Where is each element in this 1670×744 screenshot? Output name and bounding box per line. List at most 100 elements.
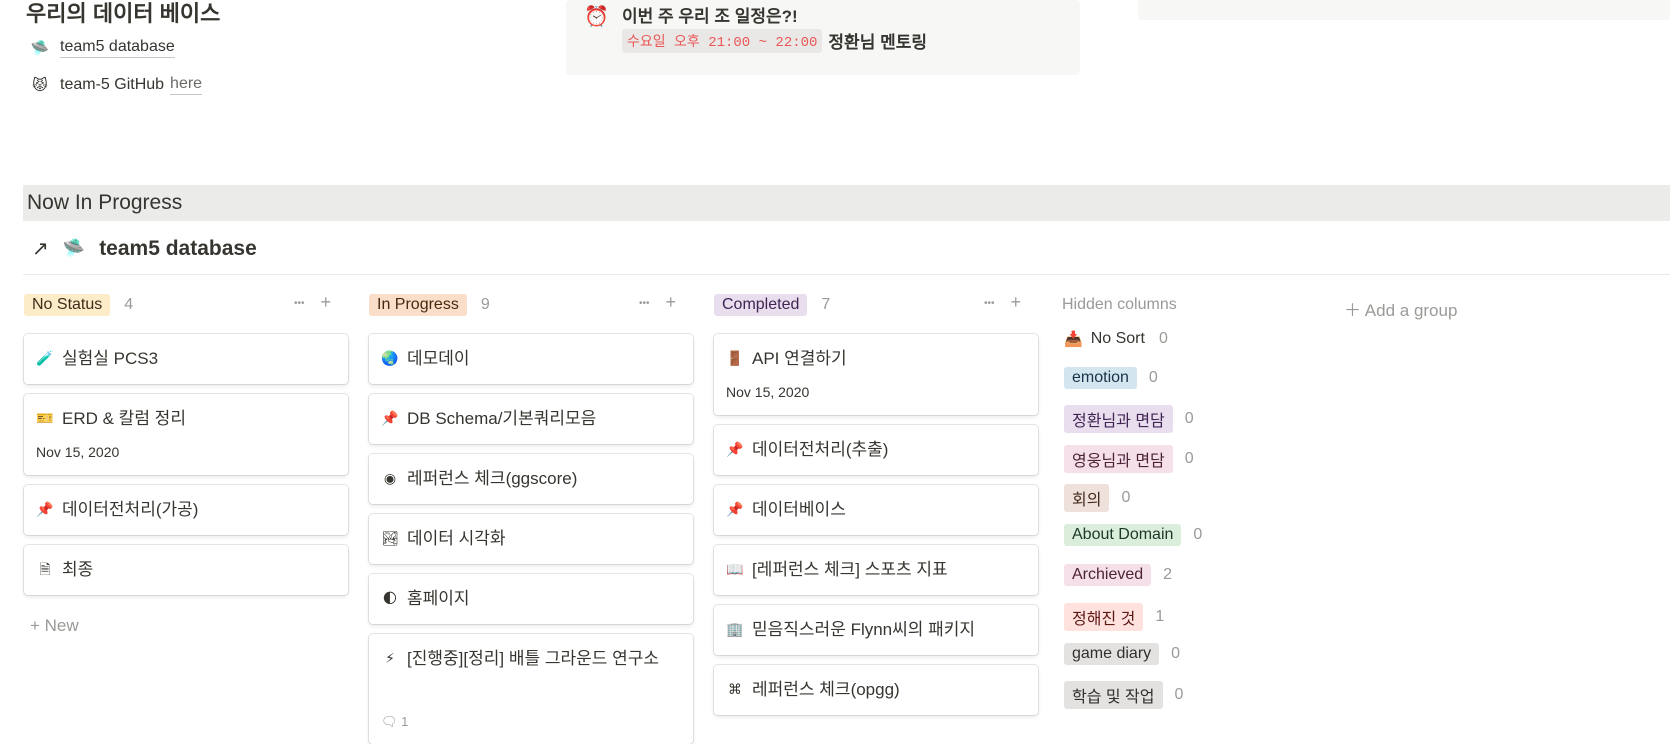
page-icon: 🗎 bbox=[39, 561, 51, 577]
board-card[interactable]: 🎫 ERD & 칼럼 정리 Nov 15, 2020 bbox=[24, 394, 348, 475]
hidden-column-row[interactable]: 정환님과 면담 0 bbox=[1064, 405, 1194, 433]
ggscore-icon: ◉ bbox=[383, 470, 397, 486]
column-header-0[interactable]: No Status 4 bbox=[24, 292, 133, 318]
hidden-column-row[interactable]: 📥 No Sort 0 bbox=[1064, 328, 1168, 350]
card-title: 레퍼런스 체크(opgg) bbox=[752, 680, 900, 699]
board-card[interactable]: 📌 데이터베이스 bbox=[714, 485, 1038, 535]
board-card[interactable]: 🏞 데이터 시각화 bbox=[369, 514, 693, 564]
card-title: 홈페이지 bbox=[407, 589, 470, 608]
embedded-block bbox=[1138, 0, 1670, 20]
hidden-column-count: 1 bbox=[1155, 608, 1165, 625]
hidden-column-pill: No Sort bbox=[1090, 330, 1145, 347]
hidden-column-count: 0 bbox=[1148, 369, 1158, 386]
app-icon: ⌘ bbox=[728, 681, 742, 697]
callout-heading: 이번 주 우리 조 일정은?! bbox=[622, 7, 798, 26]
card-title: 실험실 PCS3 bbox=[62, 349, 159, 368]
more-options-icon[interactable]: ••• bbox=[984, 292, 995, 316]
ticket-icon: 🎫 bbox=[36, 410, 54, 426]
hidden-column-pill: 학습 및 작업 bbox=[1064, 681, 1163, 709]
hidden-column-row[interactable]: 정해진 것 1 bbox=[1064, 603, 1164, 631]
column-header-1[interactable]: In Progress 9 bbox=[369, 292, 490, 318]
new-card-button[interactable]: + New bbox=[30, 616, 79, 636]
column-header-2[interactable]: Completed 7 bbox=[714, 292, 830, 318]
board-card[interactable]: 📌 DB Schema/기본쿼리모음 bbox=[369, 394, 693, 444]
picture-icon: 🏞 bbox=[381, 530, 399, 546]
section-banner: Now In Progress bbox=[23, 185, 1670, 221]
more-options-icon[interactable]: ••• bbox=[294, 292, 305, 316]
card-title: API 연결하기 bbox=[752, 349, 847, 368]
board-card[interactable]: ⌘ 레퍼런스 체크(opgg) bbox=[714, 665, 1038, 715]
schedule-text: 정환님 멘토링 bbox=[828, 33, 927, 52]
hidden-column-row[interactable]: About Domain 0 bbox=[1064, 524, 1202, 546]
hidden-column-count: 0 bbox=[1193, 526, 1203, 543]
add-card-icon[interactable]: + bbox=[321, 292, 332, 316]
card-title: 최종 bbox=[62, 560, 94, 579]
board-card[interactable]: 🏢 믿음직스러운 Flynn씨의 패키지 bbox=[714, 605, 1038, 655]
card-title: [진행중][정리] 배틀 그라운드 연구소 bbox=[407, 649, 660, 668]
card-title: 데이터전처리(가공) bbox=[62, 500, 199, 519]
board-card[interactable]: ◉ 레퍼런스 체크(ggscore) bbox=[369, 454, 693, 504]
column-actions: ••• + bbox=[984, 292, 1021, 316]
hidden-column-row[interactable]: 회의 0 bbox=[1064, 484, 1130, 512]
hidden-column-row[interactable]: 학습 및 작업 0 bbox=[1064, 681, 1183, 709]
board-card[interactable]: 🌏 데모데이 bbox=[369, 334, 693, 384]
column-status-pill: Completed bbox=[714, 294, 808, 316]
comment-count: 1 bbox=[401, 714, 409, 729]
card-date: Nov 15, 2020 bbox=[36, 444, 120, 460]
hidden-column-row[interactable]: game diary 0 bbox=[1064, 643, 1180, 665]
page-title: 우리의 데이터 베이스 bbox=[26, 1, 221, 26]
board-card[interactable]: 🧪 실험실 PCS3 bbox=[24, 334, 348, 384]
section-heading: Now In Progress bbox=[27, 191, 183, 214]
hidden-column-pill: Archieved bbox=[1064, 564, 1152, 586]
plus-icon: + bbox=[30, 616, 45, 635]
card-title: 데이터베이스 bbox=[752, 500, 846, 519]
github-label: team-5 GitHub bbox=[60, 76, 165, 93]
pin-icon: 📌 bbox=[381, 410, 399, 426]
add-group-button[interactable]: ＋ Add a group bbox=[1344, 296, 1457, 321]
github-here-link[interactable]: here bbox=[170, 75, 203, 95]
link-team5-database[interactable]: 🛸 team5 database bbox=[30, 38, 175, 58]
column-count: 9 bbox=[480, 296, 490, 313]
add-card-icon[interactable]: + bbox=[666, 292, 677, 316]
pin-icon: 📌 bbox=[36, 501, 54, 517]
board-card[interactable]: 🗎 최종 bbox=[24, 545, 348, 595]
hidden-column-pill: game diary bbox=[1064, 643, 1160, 665]
hidden-column-pill: 영웅님과 면담 bbox=[1064, 445, 1173, 473]
board-card[interactable]: 🌓 홈페이지 bbox=[369, 574, 693, 624]
schedule-code: 수요일 오후 21:00 ~ 22:00 bbox=[622, 28, 823, 53]
comment-icon: 🗨 bbox=[381, 714, 402, 729]
card-title: [레퍼런스 체크] 스포츠 지표 bbox=[752, 560, 948, 579]
board-card[interactable]: 📌 데이터전처리(추출) bbox=[714, 425, 1038, 475]
alarm-clock-icon: ⏰ bbox=[584, 6, 609, 28]
test-tube-icon: 🧪 bbox=[36, 350, 54, 366]
more-options-icon[interactable]: ••• bbox=[639, 292, 650, 316]
hidden-column-count: 0 bbox=[1158, 330, 1168, 347]
database-title[interactable]: ↗ 🛸 team5 database bbox=[32, 236, 257, 261]
book-icon: 📖 bbox=[726, 561, 744, 577]
column-count: 4 bbox=[124, 296, 134, 313]
board-card[interactable]: 📖 [레퍼런스 체크] 스포츠 지표 bbox=[714, 545, 1038, 595]
card-title: 데이터 시각화 bbox=[407, 529, 506, 548]
column-status-pill: No Status bbox=[24, 294, 111, 316]
lightning-icon: ⚡ bbox=[385, 650, 395, 666]
column-count: 7 bbox=[821, 296, 831, 313]
pin-icon: 📌 bbox=[726, 441, 744, 457]
card-date: Nov 15, 2020 bbox=[726, 384, 810, 400]
schedule-callout: ⏰ 이번 주 우리 조 일정은?! 수요일 오후 21:00 ~ 22:00 정… bbox=[566, 0, 1080, 75]
hidden-columns-label: Hidden columns bbox=[1062, 296, 1177, 313]
ufo-icon: 🛸 bbox=[62, 238, 86, 258]
hidden-column-row[interactable]: 영웅님과 면담 0 bbox=[1064, 445, 1194, 473]
add-card-icon[interactable]: + bbox=[1011, 292, 1022, 316]
column-status-pill: In Progress bbox=[369, 294, 467, 316]
door-icon: 🚪 bbox=[726, 350, 744, 366]
hidden-column-row[interactable]: Archieved 2 bbox=[1064, 564, 1172, 586]
hidden-column-row[interactable]: emotion 0 bbox=[1064, 367, 1158, 389]
hidden-column-pill: 회의 bbox=[1064, 484, 1110, 512]
board-card[interactable]: 📌 데이터전처리(가공) bbox=[24, 485, 348, 535]
board-card[interactable]: 🚪 API 연결하기 Nov 15, 2020 bbox=[714, 334, 1038, 415]
database-name: team5 database bbox=[99, 236, 257, 260]
hidden-column-count: 0 bbox=[1174, 686, 1184, 703]
hidden-column-pill: 정해진 것 bbox=[1064, 603, 1144, 631]
card-title: 데이터전처리(추출) bbox=[752, 440, 889, 459]
globe-icon: 🌏 bbox=[381, 350, 399, 366]
